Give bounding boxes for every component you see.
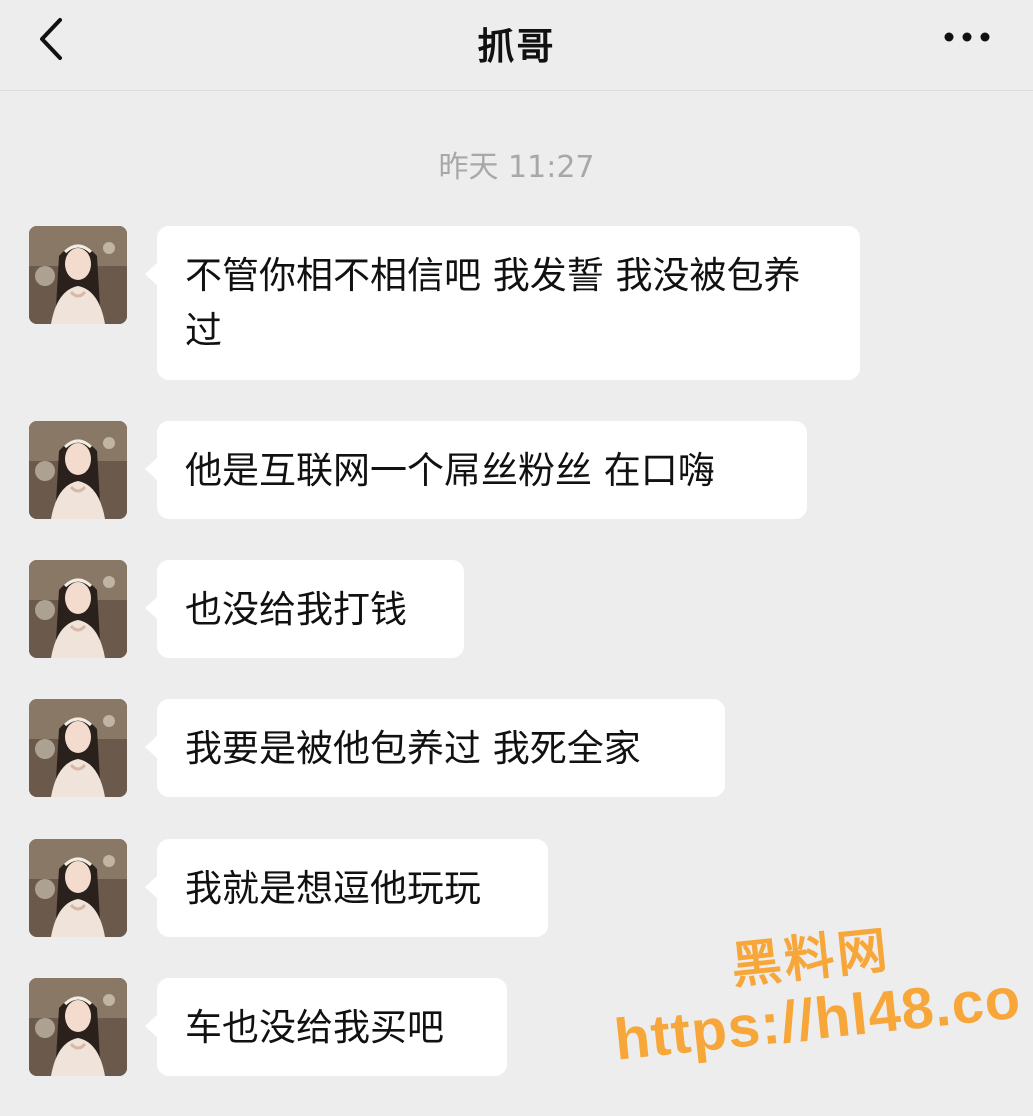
more-dots-icon: [944, 32, 990, 42]
message-bubble[interactable]: 也没给我打钱: [145, 560, 464, 658]
avatar[interactable]: [29, 421, 127, 519]
message-bubble[interactable]: 我要是被他包养过 我死全家: [145, 699, 725, 797]
message-timestamp: 昨天 11:27: [438, 150, 595, 185]
watermark-name: 黑料网: [728, 920, 893, 996]
message-bubble[interactable]: 车也没给我买吧: [145, 978, 507, 1076]
message-bubble[interactable]: 不管你相不相信吧 我发誓 我没被包养过: [145, 226, 860, 380]
avatar[interactable]: [29, 839, 127, 937]
avatar[interactable]: [29, 699, 127, 797]
watermark: 黑料网 https://hl48.co: [598, 876, 1033, 1089]
avatar[interactable]: [29, 978, 127, 1076]
avatar[interactable]: [29, 560, 127, 658]
message-bubble[interactable]: 我就是想逗他玩玩: [145, 839, 548, 937]
more-button[interactable]: [941, 22, 993, 52]
chat-title: 抓哥: [477, 25, 556, 68]
message-bubble[interactable]: 他是互联网一个屌丝粉丝 在口嗨: [145, 421, 807, 519]
watermark-url: https://hl48.co: [611, 965, 1024, 1073]
chat-header: 抓哥: [0, 0, 1033, 91]
avatar[interactable]: [29, 226, 127, 324]
